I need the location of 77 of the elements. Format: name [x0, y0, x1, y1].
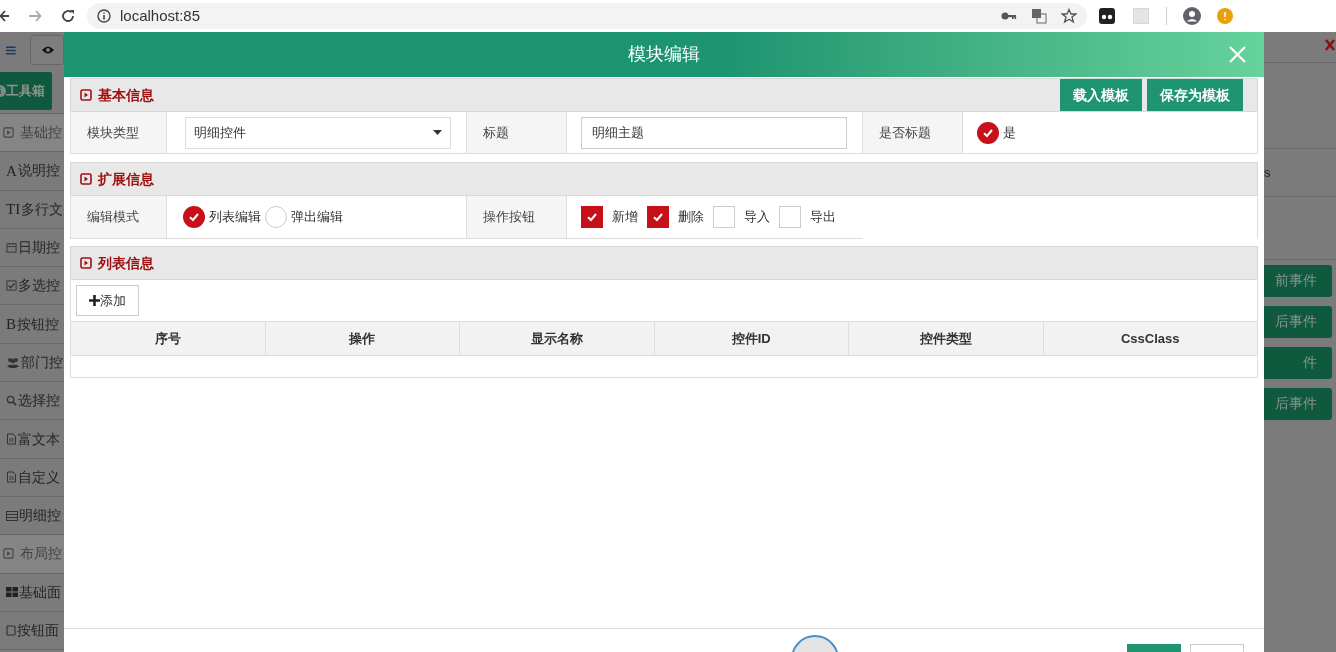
checkbox[interactable] [713, 206, 735, 228]
checkbox-label: 新增 [612, 208, 638, 227]
profile-icon[interactable] [1183, 7, 1201, 25]
column-header: 操作 [265, 322, 460, 355]
sidebar-group[interactable]: 基础控 [0, 114, 64, 153]
section-title: 基本信息 [98, 85, 154, 105]
extension-icon[interactable] [1099, 8, 1115, 24]
field-label: 模块类型 [71, 112, 167, 153]
play-square-icon [80, 173, 92, 185]
calendar-icon [6, 242, 17, 254]
radio-button[interactable] [265, 206, 287, 228]
field-label: 操作按钮 [467, 196, 567, 238]
column-header: 显示名称 [460, 322, 655, 355]
checkbox-label: 删除 [678, 208, 704, 227]
template-button[interactable]: 保存为模板 [1147, 79, 1243, 111]
event-button[interactable]: 后事件 [1264, 387, 1332, 420]
sidebar-group[interactable]: 布局控 [0, 535, 64, 574]
radio-button[interactable] [977, 121, 999, 144]
star-icon[interactable] [1061, 8, 1077, 24]
radio-button[interactable] [183, 206, 205, 228]
field-label: 编辑模式 [71, 196, 167, 238]
document-icon [6, 433, 17, 445]
play-square-icon [80, 257, 92, 269]
column-header: CssClass [1119, 329, 1181, 348]
address-bar[interactable]: localhost:85 [87, 3, 1087, 29]
view-tab[interactable] [29, 35, 64, 65]
info-icon [97, 9, 111, 23]
field-label: 是否标题 [863, 112, 963, 153]
template-button[interactable]: 载入模板 [1060, 79, 1142, 111]
reload-icon[interactable] [61, 9, 75, 23]
field-label: 标题 [467, 112, 567, 153]
radio-label: 弹出编辑 [291, 208, 343, 227]
option-label: 是 [1003, 123, 1016, 142]
url-text: localhost:85 [120, 5, 201, 26]
translate-icon[interactable] [1031, 8, 1047, 24]
column-header: 控件ID [654, 322, 849, 355]
check-icon [586, 211, 598, 223]
column-header: 控件类型 [849, 322, 1044, 355]
event-button[interactable]: 前事件 [1264, 264, 1332, 297]
key-icon[interactable] [1001, 11, 1017, 21]
checkbox[interactable] [779, 206, 801, 228]
checkbox-icon [6, 280, 17, 292]
column-header: 序号 [71, 322, 266, 355]
checkbox-label: 导入 [744, 208, 770, 227]
grid-icon [6, 587, 18, 598]
check-icon [652, 211, 664, 223]
section-title: 列表信息 [98, 253, 154, 273]
play-square-icon [3, 548, 14, 560]
menu-icon[interactable] [6, 44, 16, 56]
checkbox[interactable] [581, 206, 603, 228]
glyph-icon: A [6, 159, 17, 183]
check-icon [188, 211, 200, 223]
search-icon [6, 395, 17, 407]
heading-input[interactable]: 明细主题 [581, 116, 847, 149]
square-icon [6, 625, 16, 636]
radio-label: 列表编辑 [209, 208, 261, 227]
module-type-select[interactable]: 明细控件 [185, 116, 451, 149]
event-button[interactable]: 后事件 [1264, 305, 1332, 338]
caret-icon [433, 130, 442, 135]
eye-icon [40, 45, 55, 55]
background-text: s [1264, 163, 1271, 182]
checkbox[interactable] [647, 206, 669, 228]
users-icon [6, 356, 20, 368]
add-button[interactable]: 添加 [76, 285, 139, 316]
document-icon [6, 471, 17, 484]
event-button[interactable]: 件 [1264, 346, 1332, 379]
play-square-icon [3, 127, 14, 139]
modal-title: 模块编辑 [628, 43, 700, 66]
glyph-icon: TI [6, 198, 21, 221]
play-square-icon [80, 89, 92, 101]
toolbox-button[interactable]: 工具箱 [0, 71, 52, 110]
section-title: 扩展信息 [98, 169, 154, 189]
plus-icon [89, 295, 100, 306]
table-icon [6, 510, 18, 521]
glyph-icon: B [6, 312, 16, 336]
back-icon[interactable] [0, 9, 10, 23]
checkbox-label: 导出 [810, 208, 836, 227]
